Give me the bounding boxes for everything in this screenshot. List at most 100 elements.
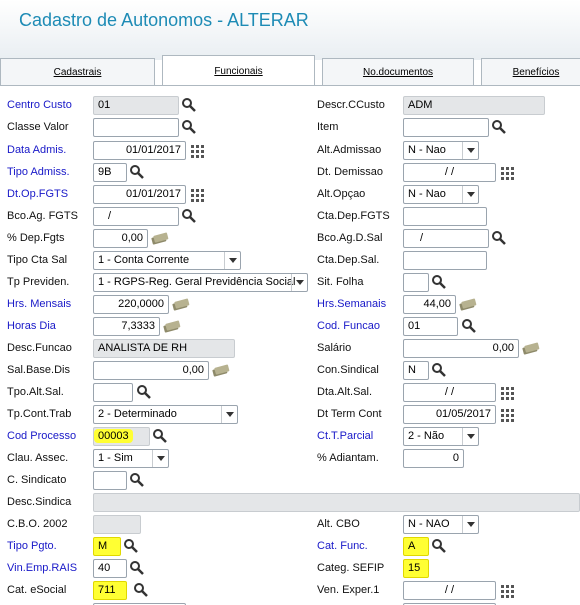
calendar-icon[interactable] [190, 143, 206, 159]
cbo-2002-field[interactable] [93, 515, 141, 534]
data-admis-label: Data Admis. [7, 144, 67, 156]
tpo-alt-sal-field[interactable] [93, 383, 133, 402]
ven-exper-1-field[interactable]: / / [403, 581, 496, 600]
con-sindical-label: Con.Sindical [317, 364, 379, 376]
cat-esocial-label: Cat. eSocial [7, 584, 67, 596]
bco-ag-d-sal-field[interactable]: / [403, 229, 489, 248]
classe-valor-field[interactable] [93, 118, 179, 137]
sit-folha-field[interactable] [403, 273, 429, 292]
search-icon[interactable] [461, 318, 477, 334]
alt-opcao-select[interactable]: N - Nao [403, 185, 479, 204]
calculator-icon[interactable] [172, 296, 190, 312]
search-icon[interactable] [129, 164, 145, 180]
tab-no-documentos[interactable]: No.documentos [322, 58, 474, 85]
dropdown-arrow-icon [152, 450, 168, 467]
search-icon[interactable] [123, 538, 139, 554]
c-sindicato-field[interactable] [93, 471, 127, 490]
descr-ccusto-field[interactable]: ADM [403, 96, 545, 115]
dropdown-arrow-icon [462, 428, 478, 445]
vin-emp-rais-field[interactable]: 40 [93, 559, 127, 578]
tp-previden-select[interactable]: 1 - RGPS-Reg. Geral Previdência Social [93, 273, 308, 292]
dropdown-arrow-icon [462, 516, 478, 533]
search-icon[interactable] [491, 230, 507, 246]
bco-ag-fgts-field[interactable]: / [93, 207, 179, 226]
con-sindical-field[interactable]: N [403, 361, 429, 380]
calendar-icon[interactable] [500, 385, 516, 401]
pct-adiantam-label: % Adiantam. [317, 452, 379, 464]
search-icon[interactable] [129, 560, 145, 576]
cat-esocial-field[interactable]: 711 [93, 581, 127, 600]
sal-base-dis-field[interactable]: 0,00 [93, 361, 209, 380]
horas-dia-field[interactable]: 7,3333 [93, 317, 160, 336]
cbo-2002-label: C.B.O. 2002 [7, 518, 68, 530]
clau-assec-select[interactable]: 1 - Sim [93, 449, 169, 468]
search-icon[interactable] [431, 274, 447, 290]
search-icon[interactable] [152, 428, 168, 444]
calculator-icon[interactable] [459, 296, 477, 312]
tipo-pgto-field[interactable]: M [93, 537, 121, 556]
search-icon[interactable] [129, 472, 145, 488]
data-admis-field[interactable]: 01/01/2017 [93, 141, 186, 160]
dta-alt-sal-field[interactable]: / / [403, 383, 496, 402]
hrs-mensais-field[interactable]: 220,0000 [93, 295, 169, 314]
desc-sindica-field[interactable] [93, 493, 580, 512]
tipo-admis-field[interactable]: 9B [93, 163, 127, 182]
cod-processo-label: Cod Processo [7, 430, 77, 442]
categ-sefip-field[interactable]: 15 [403, 559, 429, 578]
dropdown-arrow-icon [224, 252, 240, 269]
search-icon[interactable] [431, 362, 447, 378]
centro-custo-field[interactable]: 01 [93, 96, 179, 115]
dt-demissao-field[interactable]: / / [403, 163, 496, 182]
header: Cadastro de Autonomos - ALTERAR [0, 0, 580, 60]
salario-label: Salário [317, 342, 352, 354]
cta-dep-fgts-field[interactable] [403, 207, 487, 226]
tab-beneficios[interactable]: Benefícios [481, 58, 580, 85]
tab-funcionais[interactable]: Funcionais [162, 55, 315, 85]
cod-funcao-label: Cod. Funcao [317, 320, 380, 332]
cta-dep-sal-label: Cta.Dep.Sal. [317, 254, 380, 266]
search-icon[interactable] [431, 538, 447, 554]
search-icon[interactable] [136, 384, 152, 400]
cat-func-field[interactable]: A [403, 537, 429, 556]
search-icon[interactable] [133, 582, 149, 598]
dt-op-fgts-field[interactable]: 01/01/2017 [93, 185, 186, 204]
ct-t-parcial-select[interactable]: 2 - Não [403, 427, 479, 446]
desc-sindica-label: Desc.Sindica [7, 496, 72, 508]
pct-adiantam-field[interactable]: 0 [403, 449, 464, 468]
alt-cbo-select[interactable]: N - NAO [403, 515, 479, 534]
search-icon[interactable] [181, 208, 197, 224]
salario-field[interactable]: 0,00 [403, 339, 519, 358]
calculator-icon[interactable] [163, 318, 181, 334]
tp-cont-trab-label: Tp.Cont.Trab [7, 408, 72, 420]
alt-admissao-label: Alt.Admissao [317, 144, 382, 156]
search-icon[interactable] [491, 119, 507, 135]
search-icon[interactable] [181, 97, 197, 113]
pct-dep-fgts-field[interactable]: 0,00 [93, 229, 148, 248]
cod-funcao-field[interactable]: 01 [403, 317, 458, 336]
alt-opcao-label: Alt.Opçao [317, 188, 366, 200]
descr-ccusto-label: Descr.CCusto [317, 99, 385, 111]
hrs-mensais-label: Hrs. Mensais [7, 298, 72, 310]
tab-cadastrais[interactable]: Cadastrais [0, 58, 155, 85]
horas-dia-label: Horas Dia [7, 320, 56, 332]
calculator-icon[interactable] [151, 230, 169, 246]
tipo-cta-sal-select[interactable]: 1 - Conta Corrente [93, 251, 241, 270]
alt-admissao-select[interactable]: N - Nao [403, 141, 479, 160]
calendar-icon[interactable] [190, 187, 206, 203]
tp-cont-trab-select[interactable]: 2 - Determinado [93, 405, 238, 424]
calendar-icon[interactable] [500, 407, 516, 423]
dt-term-cont-field[interactable]: 01/05/2017 [403, 405, 496, 424]
calendar-icon[interactable] [500, 583, 516, 599]
bco-ag-fgts-label: Bco.Ag. FGTS [7, 210, 78, 222]
calendar-icon[interactable] [500, 165, 516, 181]
hrs-semanais-field[interactable]: 44,00 [403, 295, 456, 314]
cta-dep-sal-field[interactable] [403, 251, 487, 270]
calculator-icon[interactable] [522, 340, 540, 356]
calculator-icon[interactable] [212, 362, 230, 378]
item-field[interactable] [403, 118, 489, 137]
search-icon[interactable] [181, 119, 197, 135]
cta-dep-fgts-label: Cta.Dep.FGTS [317, 210, 390, 222]
bco-ag-d-sal-label: Bco.Ag.D.Sal [317, 232, 383, 244]
cod-processo-field[interactable]: 00003 [93, 427, 150, 446]
desc-funcao-field[interactable]: ANALISTA DE RH [93, 339, 235, 358]
